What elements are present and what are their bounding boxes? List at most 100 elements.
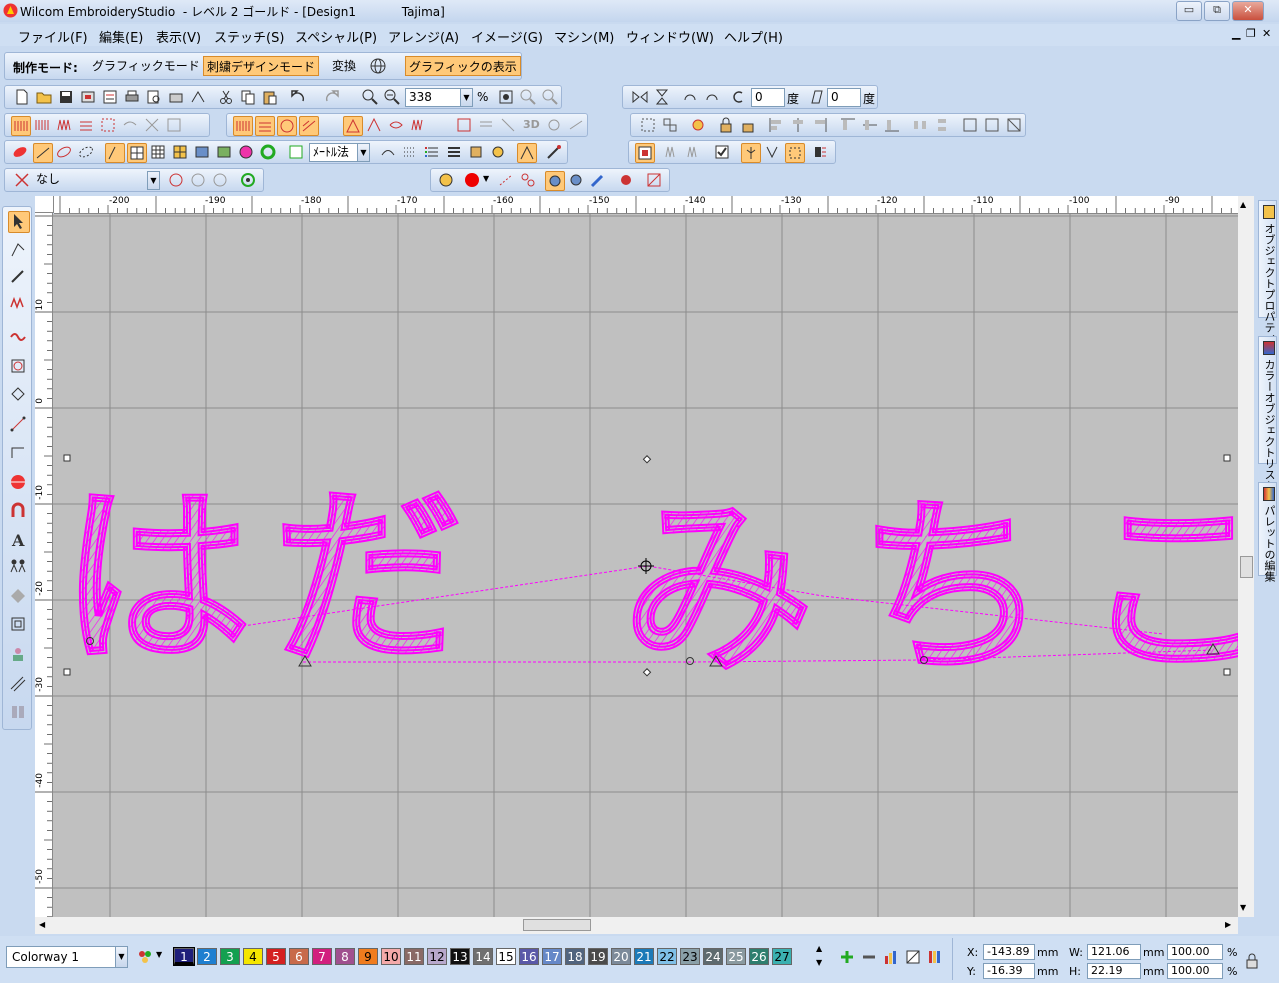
select-pointer-icon[interactable] [8,211,30,233]
menu-help[interactable]: ヘルプ(H) [724,27,783,46]
palette-colors-icon[interactable] [136,948,154,966]
menu-special[interactable]: スペシャル(P) [295,27,377,46]
input-a-icon[interactable] [33,143,53,163]
height-percent-input[interactable]: 100.00 [1167,963,1223,979]
send-to-machine-icon[interactable] [167,88,185,106]
show-needle-points-icon[interactable] [741,143,761,163]
green-ring-icon[interactable] [259,143,277,161]
menu-view[interactable]: 表示(V) [156,27,201,46]
zoom-dropdown[interactable]: ▼ [460,88,473,107]
table-color-icon[interactable] [171,143,189,161]
thread-b-icon[interactable] [189,171,207,189]
group-icon[interactable] [639,116,657,134]
make-same-width-icon[interactable] [961,116,979,134]
mdi-minimize-button[interactable]: ▁ [1232,27,1240,40]
redo-icon[interactable] [323,88,341,106]
embroidery-mode-button[interactable]: 刺繍デザインモード [203,56,320,76]
proportion-lock-icon[interactable] [1243,952,1261,970]
save-icon[interactable] [57,88,75,106]
menu-window[interactable]: ウィンドウ(W) [626,27,714,46]
show-connectors-icon[interactable] [763,143,781,161]
menu-edit[interactable]: 編集(E) [99,27,143,46]
magic-wand-icon[interactable] [545,143,563,161]
rotate-left-icon[interactable] [681,88,699,106]
swatch-scroll-up[interactable]: ▲ [816,944,822,953]
stitch-char[interactable]: だ [272,467,464,690]
object-properties-tab[interactable]: オブジェクトプロパティ [1258,200,1277,344]
fancy-fill-icon[interactable] [299,116,319,136]
color-swatch-20[interactable]: 20 [611,948,631,965]
color-swatch-19[interactable]: 19 [588,948,608,965]
color-swatch-7[interactable]: 7 [312,948,332,965]
color-swatch-15[interactable]: 15 [496,948,516,965]
horseshoe-icon[interactable] [9,501,27,519]
hatch-lines-icon[interactable] [9,675,27,693]
reshape-icon[interactable] [9,241,27,259]
thread-a-icon[interactable] [167,171,185,189]
color-swatch-23[interactable]: 23 [680,948,700,965]
color-swatch-14[interactable]: 14 [473,948,493,965]
design-canvas[interactable]: は だ み ち こ [53,214,1238,917]
color-swatch-25[interactable]: 25 [726,948,746,965]
distribute-vertical-icon[interactable] [933,116,951,134]
align-right-icon[interactable] [811,116,829,134]
convert-button[interactable]: 変換 [329,56,359,76]
travel-icon[interactable] [545,171,565,191]
width-input[interactable]: 121.06 [1087,944,1141,960]
picture-icon[interactable] [193,143,211,161]
align-bottom-icon[interactable] [883,116,901,134]
menu-file[interactable]: ファイル(F) [18,27,88,46]
restore-button[interactable]: ⧉ [1204,1,1230,21]
menu-arrange[interactable]: アレンジ(A) [388,27,459,46]
menu-image[interactable]: イメージ(G) [471,27,543,46]
rotate-angle-input[interactable]: 0 [751,88,785,107]
color-swatch-24[interactable]: 24 [703,948,723,965]
minimize-button[interactable]: ▭ [1176,1,1202,21]
no-color-icon[interactable] [904,948,922,966]
zoom-selected-icon[interactable] [519,88,537,106]
colorway-dropdown[interactable]: ▼ [115,946,128,968]
show-outlines-icon[interactable] [685,143,703,161]
pattern-fill-icon[interactable] [99,116,117,134]
show-functions-icon[interactable] [785,143,805,163]
show-stitches-icon[interactable] [663,143,681,161]
color-swatch-27[interactable]: 27 [772,948,792,965]
color-swatch-11[interactable]: 11 [404,948,424,965]
stipple-icon[interactable] [409,116,427,134]
split-icon[interactable] [9,703,27,721]
design-info-icon[interactable] [101,88,119,106]
cross-fill-icon[interactable] [143,116,161,134]
color-swatch-18[interactable]: 18 [565,948,585,965]
effects-icon[interactable] [545,116,563,134]
scroll-left-arrow[interactable]: ◀ [39,920,45,929]
ruler-corner[interactable] [35,196,54,213]
undo-icon[interactable] [289,88,307,106]
digitize-run-icon[interactable] [105,143,125,163]
skew-angle-input[interactable]: 0 [827,88,861,107]
color-swatch-21[interactable]: 21 [634,948,654,965]
vertical-scroll-thumb[interactable] [1240,556,1253,578]
stitch-edit-icon[interactable] [9,295,27,313]
mdi-close-button[interactable]: ✕ [1262,27,1271,40]
horizontal-scrollbar[interactable]: ◀ ▶ [35,917,1238,934]
stitch-char[interactable]: ち [857,477,1049,700]
scroll-right-arrow[interactable]: ▶ [1225,920,1231,929]
input-b-icon[interactable] [55,143,73,161]
color-wheel-icon[interactable] [237,143,255,161]
trims-icon[interactable] [497,171,515,189]
new-file-icon[interactable] [13,88,31,106]
net-fill-icon[interactable] [499,116,517,134]
color-swatch-26[interactable]: 26 [749,948,769,965]
add-color-icon[interactable] [838,948,856,966]
stamp-icon[interactable] [467,143,485,161]
ungroup-icon[interactable] [661,116,679,134]
remove-color-icon[interactable] [860,948,878,966]
input-c-icon[interactable] [77,143,95,161]
colorway-select[interactable]: Colorway 1 [6,946,116,968]
distribute-horizontal-icon[interactable] [911,116,929,134]
stop-icon[interactable] [567,171,585,189]
color-swatch-10[interactable]: 10 [381,948,401,965]
zoom-out-icon[interactable] [383,88,401,106]
color-tool-icon[interactable] [689,116,707,134]
color-swatch-13[interactable]: 13 [450,948,470,965]
